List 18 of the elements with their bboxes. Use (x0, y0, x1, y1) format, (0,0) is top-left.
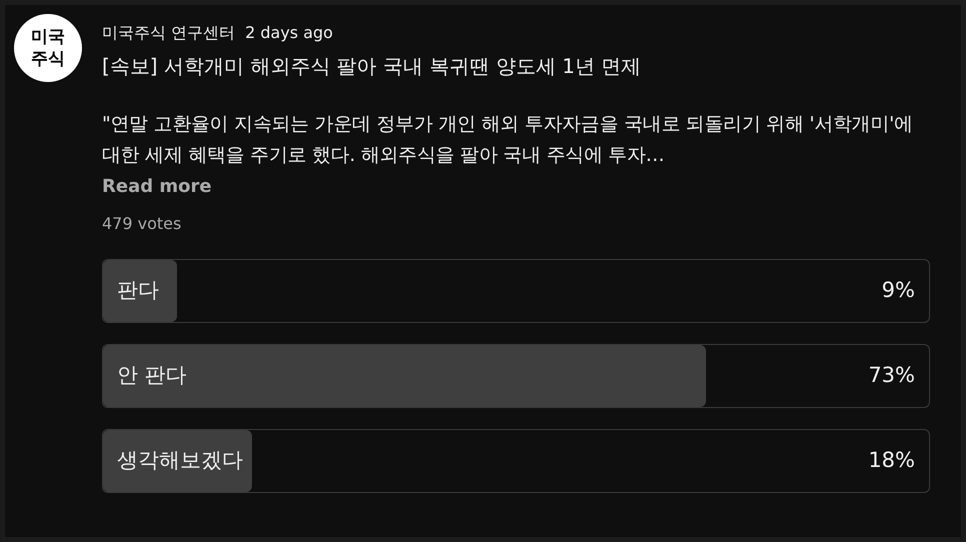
post-time: 2 days ago (245, 22, 333, 44)
avatar-text: 미국 (31, 26, 65, 48)
option-label: 안 판다 (117, 362, 187, 390)
option-percent: 18% (868, 447, 915, 474)
option-percent: 73% (868, 362, 915, 390)
poll-option[interactable]: 생각해보겠다 18% (102, 429, 930, 493)
option-label: 판다 (117, 277, 159, 304)
vote-count: 479 votes (102, 213, 182, 235)
post-body: "연말 고환율이 지속되는 가운데 정부가 개인 해외 투자자금을 국내로 되돌리기 위해 '서학개미'에 대한 세제 혜택을 주기로 했다. 해외주식을 팔아 국내 주식에 투자… (102, 112, 914, 168)
channel-avatar[interactable]: 미국 주식 (14, 14, 82, 82)
poll-option[interactable]: 판다 9% (102, 259, 930, 323)
post-title: [속보] 서학개미 해외주식 팔아 국내 복귀땐 양도세 1년 면제 (102, 53, 642, 80)
option-label: 생각해보겠다 (117, 447, 243, 474)
poll-option[interactable]: 안 판다 73% (102, 344, 930, 408)
avatar-text: 주식 (31, 48, 65, 70)
read-more-link[interactable]: Read more (102, 173, 212, 200)
option-percent: 9% (882, 277, 915, 304)
channel-name[interactable]: 미국주식 연구센터 (102, 21, 236, 45)
